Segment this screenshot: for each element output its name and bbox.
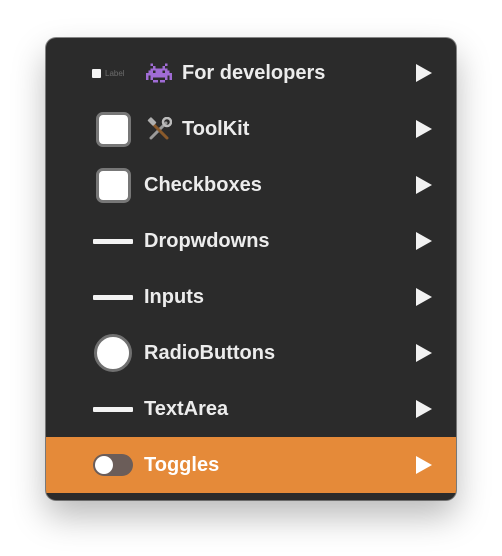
submenu-arrow-icon (416, 64, 432, 82)
submenu-arrow-icon (416, 232, 432, 250)
menu-item-label: Inputs (144, 286, 204, 308)
context-menu: Label For developers ToolKit Checkboxes … (46, 38, 456, 500)
menu-item-toggles[interactable]: Toggles (46, 437, 456, 493)
input-icon-slot (92, 269, 134, 325)
menu-item-for-developers[interactable]: Label For developers (46, 45, 456, 101)
menu-item-dropdowns[interactable]: Dropwdowns (46, 213, 456, 269)
menu-item-radiobuttons[interactable]: RadioButtons (46, 325, 456, 381)
menu-item-label: RadioButtons (144, 342, 276, 364)
menu-item-label: Dropwdowns (144, 230, 270, 252)
menu-item-label: For developers (182, 62, 326, 84)
menu-item-textarea[interactable]: TextArea (46, 381, 456, 437)
radio-icon-slot (92, 325, 134, 381)
toggle-switch-icon (93, 454, 133, 476)
submenu-arrow-icon (416, 344, 432, 362)
checkbox-icon (95, 111, 131, 147)
menu-item-label: ToolKit (182, 118, 250, 140)
toggle-knob (95, 456, 113, 474)
hammer-and-wrench-icon (146, 116, 173, 148)
textarea-line-icon (93, 406, 133, 412)
mini-checkbox-label: Label (105, 68, 125, 78)
checkbox-icon-slot (92, 101, 134, 157)
alien-monster-icon (146, 62, 172, 89)
menu-item-checkboxes[interactable]: Checkboxes (46, 157, 456, 213)
input-line-icon (93, 294, 133, 300)
toggle-icon-slot (92, 437, 134, 493)
textarea-icon-slot (92, 381, 134, 437)
mini-checkbox-icon (92, 68, 101, 78)
submenu-arrow-icon (416, 288, 432, 306)
menu-item-inputs[interactable]: Inputs (46, 269, 456, 325)
submenu-arrow-icon (416, 176, 432, 194)
menu-item-toolkit[interactable]: ToolKit (46, 101, 456, 157)
menu-item-label: Toggles (144, 454, 220, 476)
radio-button-icon (94, 334, 132, 372)
mini-checkbox-group: Label (92, 45, 125, 101)
submenu-arrow-icon (416, 120, 432, 138)
menu-item-label: TextArea (144, 398, 229, 420)
submenu-arrow-icon (416, 456, 432, 474)
dropdown-line-icon (93, 238, 133, 244)
submenu-arrow-icon (416, 400, 432, 418)
dropdown-icon-slot (92, 213, 134, 269)
menu-items: Label For developers ToolKit Checkboxes … (46, 45, 456, 493)
checkbox-icon (95, 167, 131, 203)
menu-item-label: Checkboxes (144, 174, 262, 196)
checkbox-icon-slot (92, 157, 134, 213)
